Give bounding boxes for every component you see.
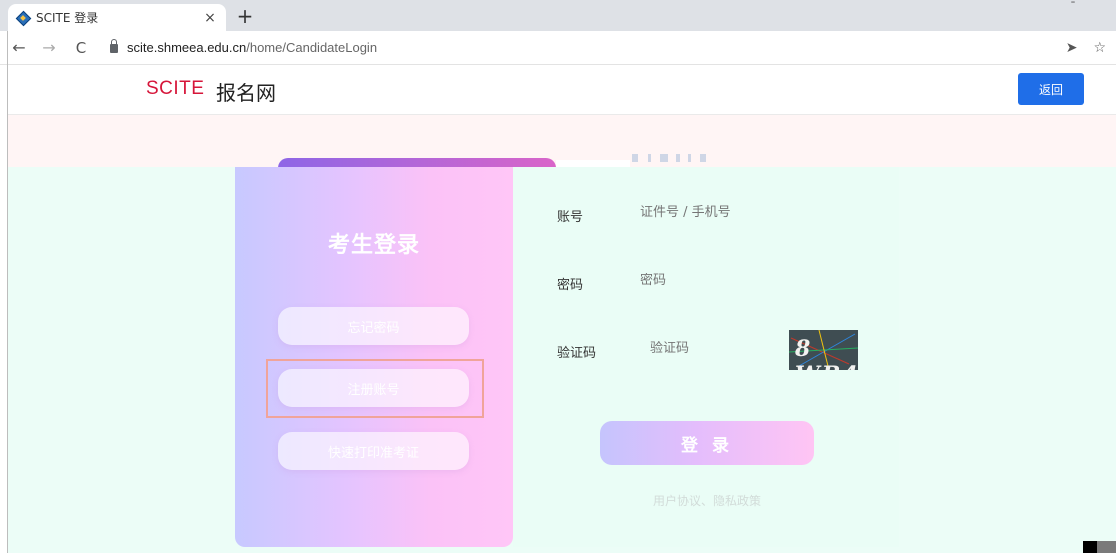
site-header: SCITE 报名网 返回	[8, 66, 1116, 115]
card-top-ribbon-gap	[556, 160, 630, 167]
captcha-input[interactable]	[650, 341, 770, 356]
account-label: 账号	[557, 210, 584, 225]
captcha-image[interactable]: 8 WB4	[789, 330, 858, 370]
render-artifact	[648, 154, 651, 162]
tab-close-icon[interactable]: ×	[202, 10, 218, 26]
render-artifact	[676, 154, 680, 162]
corner-artifact	[1097, 541, 1116, 553]
print-admission-ticket-button[interactable]: 快速打印准考证	[278, 432, 469, 470]
url-path: /home/CandidateLogin	[246, 40, 378, 55]
tab-title: SCITE 登录	[36, 11, 99, 25]
captcha-label: 验证码	[557, 346, 597, 361]
url-field[interactable]: scite.shmeea.edu.cn/home/CandidateLogin	[110, 39, 378, 55]
login-button[interactable]: 登 录	[600, 421, 814, 465]
login-side-panel: 考生登录 忘记密码 注册账号 快速打印准考证	[235, 167, 513, 547]
forgot-password-button[interactable]: 忘记密码	[278, 307, 469, 345]
render-artifact	[700, 154, 706, 162]
captcha-text: 8 WB4	[795, 336, 858, 370]
browser-address-bar: ← → C scite.shmeea.edu.cn/home/Candidate…	[0, 31, 1116, 65]
password-label: 密码	[557, 278, 584, 293]
browser-tab[interactable]: SCITE 登录 ×	[8, 4, 226, 31]
corner-artifact	[1083, 541, 1097, 553]
password-input[interactable]	[640, 273, 780, 288]
logo-site-name[interactable]: 报名网	[216, 77, 276, 106]
new-tab-icon[interactable]: +	[234, 4, 256, 28]
logo-scite[interactable]: SCITE	[146, 78, 204, 100]
render-artifact	[688, 154, 691, 162]
account-input[interactable]	[640, 205, 780, 220]
toolbar-icons: ➤ ☆	[1066, 31, 1106, 65]
bookmark-star-icon[interactable]: ☆	[1093, 40, 1106, 56]
forward-arrow-icon[interactable]: →	[38, 37, 60, 59]
back-arrow-icon[interactable]: ←	[8, 37, 30, 59]
back-button[interactable]: 返回	[1018, 73, 1084, 105]
browser-tab-bar: SCITE 登录 × + ˉ	[0, 0, 1116, 31]
url-host: scite.shmeea.edu.cn	[127, 40, 247, 55]
lock-icon	[110, 39, 118, 53]
reload-icon[interactable]: C	[70, 37, 92, 59]
site-favicon-icon	[16, 11, 30, 25]
panel-title: 考生登录	[327, 233, 420, 258]
window-control-icon[interactable]: ˉ	[1070, 0, 1076, 14]
agreement-links[interactable]: 用户协议、隐私政策	[653, 492, 761, 509]
share-icon[interactable]: ➤	[1066, 40, 1078, 56]
render-artifact	[632, 154, 638, 162]
render-artifact	[660, 154, 668, 162]
highlight-annotation-box	[266, 359, 484, 418]
